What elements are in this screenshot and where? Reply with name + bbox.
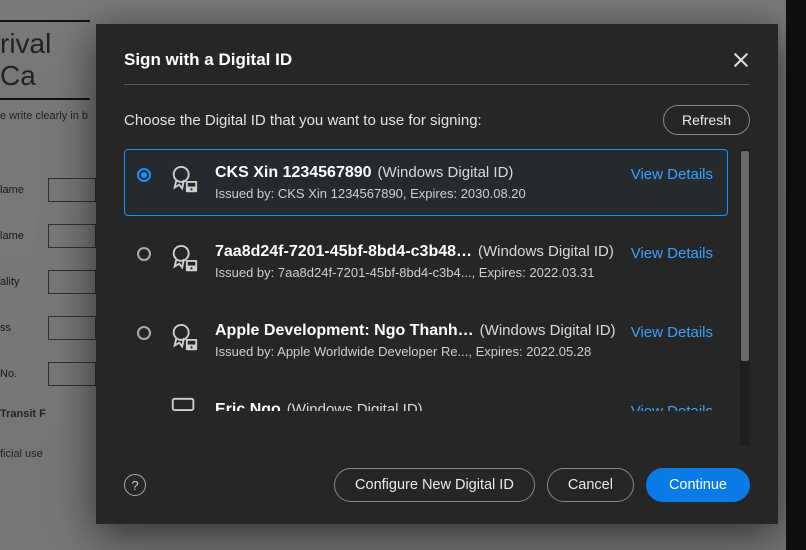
id-name: Eric Ngo (215, 401, 281, 412)
id-type: (Windows Digital ID) (478, 243, 614, 260)
dialog-title: Sign with a Digital ID (124, 50, 292, 70)
id-name: Apple Development: Ngo Thanh… (215, 322, 474, 340)
digital-id-item[interactable]: CKS Xin 1234567890 (Windows Digital ID) … (124, 149, 728, 216)
close-icon[interactable] (732, 51, 750, 69)
digital-id-item[interactable]: 7aa8d24f-7201-45bf-8bd4-c3b48… (Windows … (124, 228, 728, 295)
certificate-icon (169, 164, 199, 196)
configure-button[interactable]: Configure New Digital ID (334, 468, 535, 502)
scrollbar[interactable] (740, 149, 750, 446)
id-issued: Issued by: CKS Xin 1234567890, Expires: … (215, 186, 617, 201)
radio-icon[interactable] (137, 168, 151, 182)
certificate-icon (169, 395, 199, 412)
cancel-button[interactable]: Cancel (547, 468, 634, 502)
id-name: 7aa8d24f-7201-45bf-8bd4-c3b48… (215, 243, 472, 261)
radio-icon[interactable] (137, 247, 151, 261)
instruction-text: Choose the Digital ID that you want to u… (124, 112, 482, 129)
id-type: (Windows Digital ID) (378, 164, 514, 181)
digital-id-item[interactable]: Apple Development: Ngo Thanh… (Windows D… (124, 307, 728, 374)
help-icon[interactable]: ? (124, 474, 146, 496)
refresh-button[interactable]: Refresh (663, 105, 750, 135)
view-details-link[interactable]: View Details (631, 164, 713, 183)
id-issued: Issued by: Apple Worldwide Developer Re.… (215, 344, 617, 359)
radio-icon[interactable] (137, 326, 151, 340)
scrollbar-thumb[interactable] (741, 151, 749, 361)
view-details-link[interactable]: View Details (631, 322, 713, 341)
dialog-header: Sign with a Digital ID (124, 50, 750, 85)
sign-dialog: Sign with a Digital ID Choose the Digita… (96, 24, 778, 524)
view-details-link[interactable]: View Details (631, 243, 713, 262)
id-type: (Windows Digital ID) (480, 322, 616, 339)
id-issued: Issued by: 7aa8d24f-7201-45bf-8bd4-c3b4.… (215, 265, 617, 280)
certificate-icon (169, 243, 199, 275)
id-type: (Windows Digital ID) (287, 401, 423, 412)
continue-button[interactable]: Continue (646, 468, 750, 502)
certificate-icon (169, 322, 199, 354)
view-details-link[interactable]: View Details (631, 401, 713, 412)
id-name: CKS Xin 1234567890 (215, 164, 372, 182)
id-list-container: CKS Xin 1234567890 (Windows Digital ID) … (124, 149, 750, 446)
id-list: CKS Xin 1234567890 (Windows Digital ID) … (124, 149, 736, 446)
digital-id-item[interactable]: Eric Ngo (Windows Digital ID) View Detai… (124, 386, 728, 412)
dialog-footer: ? Configure New Digital ID Cancel Contin… (124, 446, 750, 502)
right-sidebar (786, 0, 806, 550)
instruction-row: Choose the Digital ID that you want to u… (124, 105, 750, 135)
